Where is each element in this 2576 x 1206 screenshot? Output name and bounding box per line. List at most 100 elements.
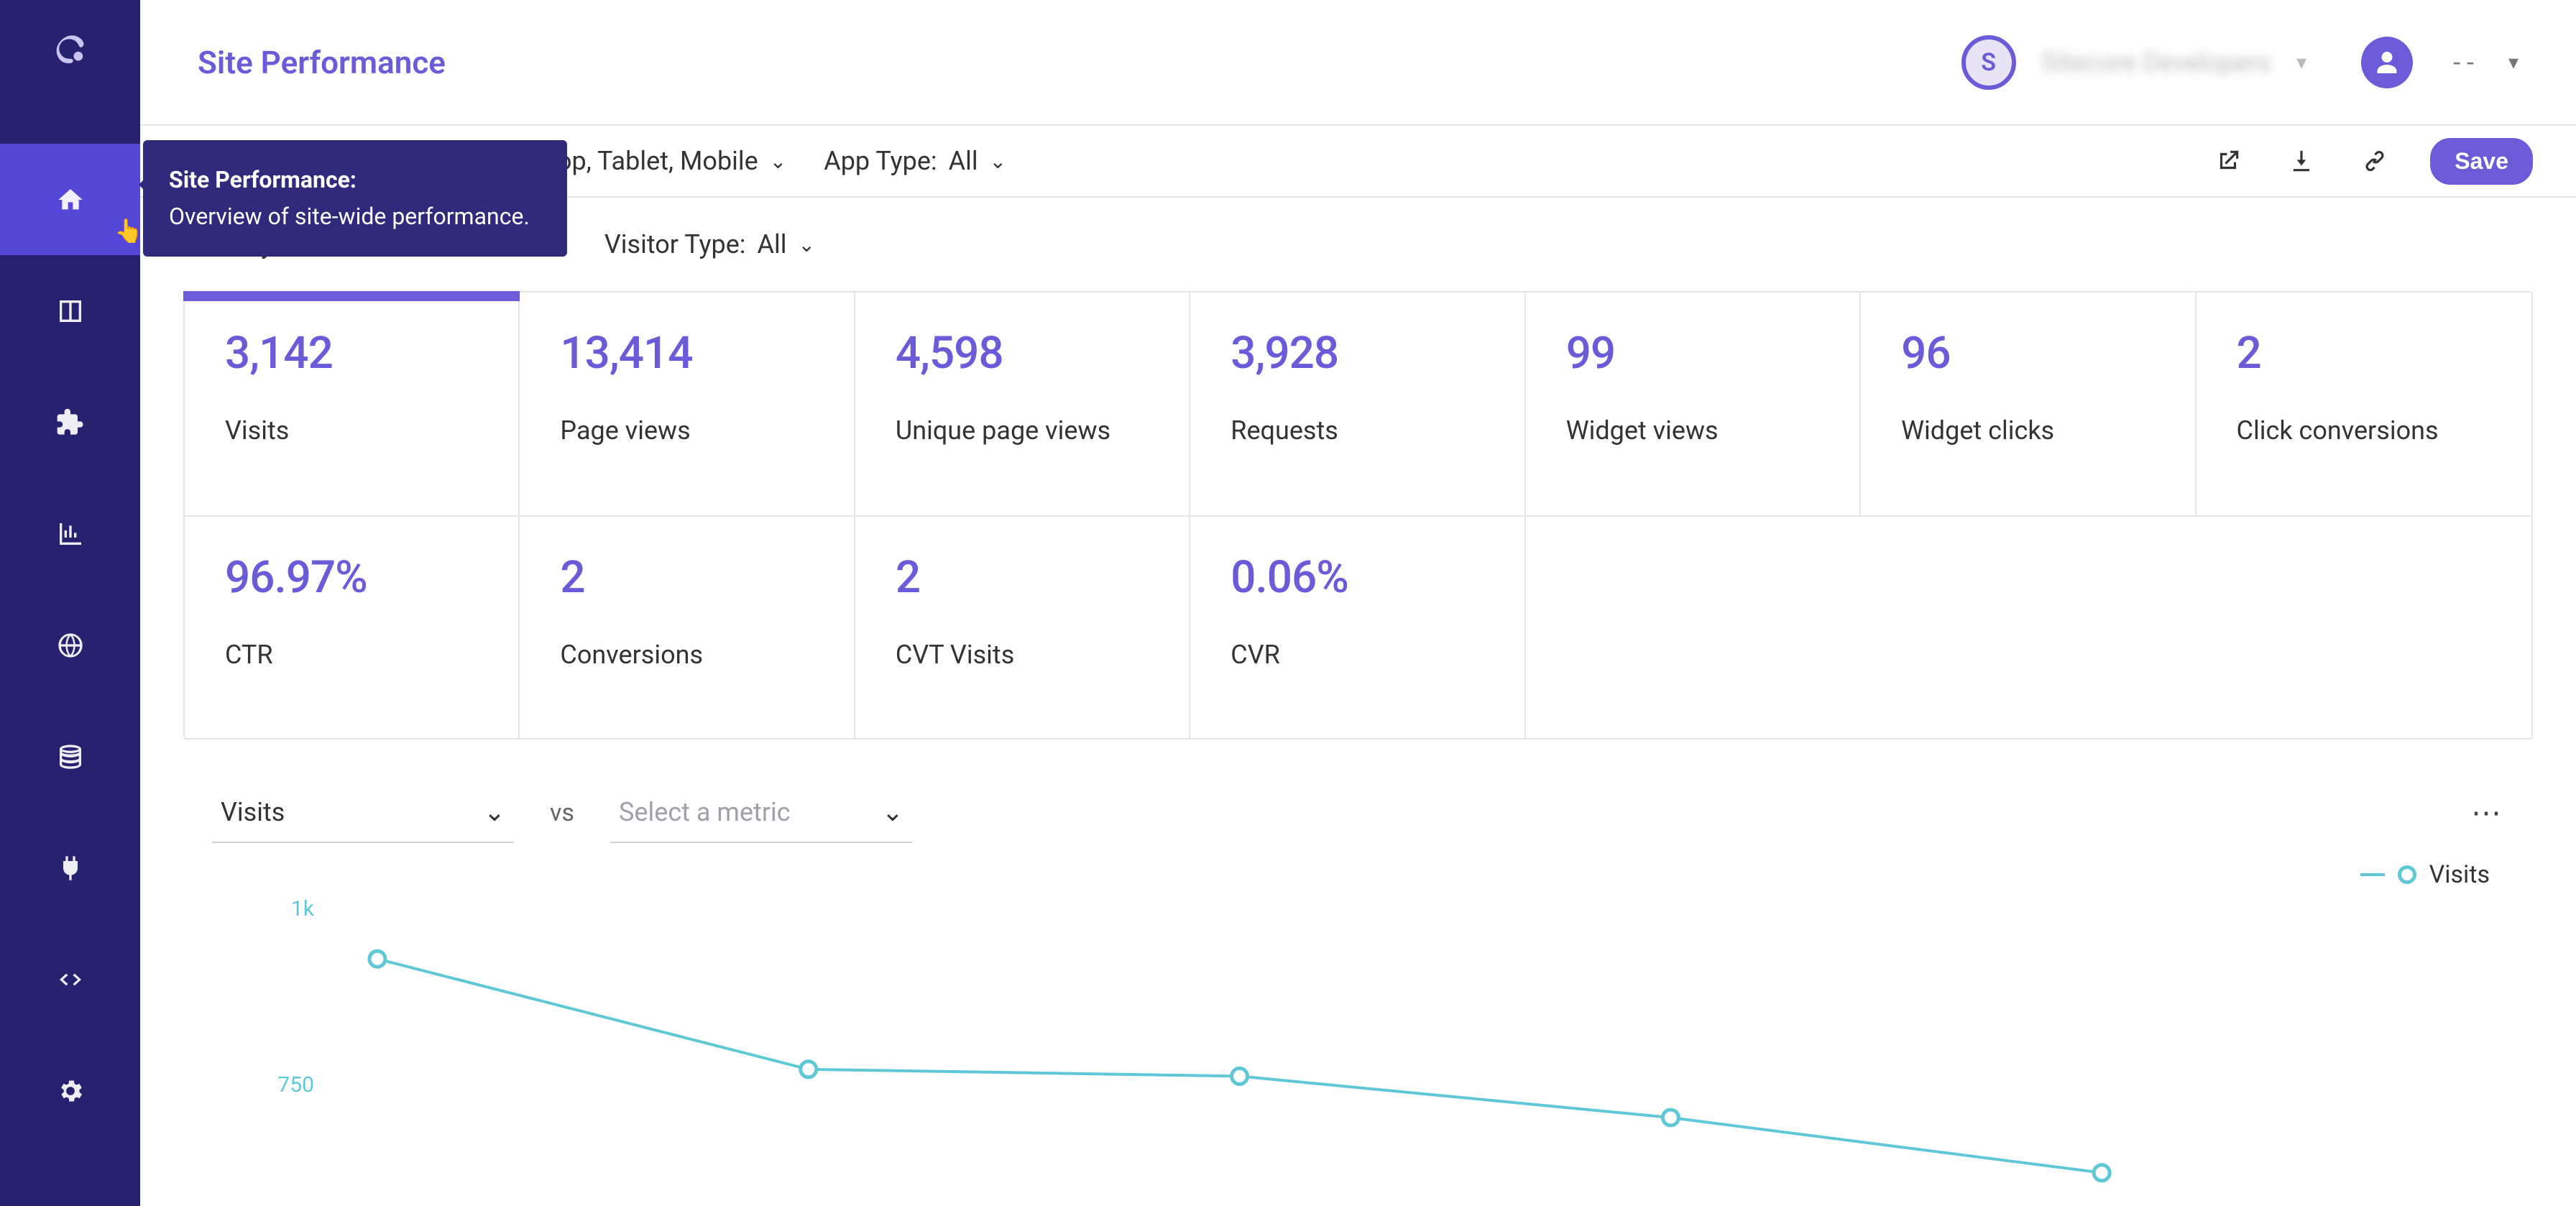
legend-marker-icon [2398, 865, 2416, 884]
tooltip-site-performance: Site Performance: Overview of site-wide … [143, 140, 567, 257]
nav-home[interactable]: 👆 [0, 144, 140, 255]
chart-legend: Visits [198, 843, 2518, 889]
secondary-metric-placeholder: Select a metric [619, 797, 791, 827]
nav-layout[interactable] [0, 255, 140, 367]
y-tick: 750 [255, 1072, 314, 1097]
nav-geo[interactable] [0, 589, 140, 701]
metric-card[interactable]: 13,414Page views [520, 293, 855, 515]
brand-logo[interactable] [49, 29, 92, 72]
filter-visitor-type-label: Visitor Type: [604, 229, 746, 259]
sidebar: 👆 [0, 0, 140, 1206]
metric-value: 3,928 [1230, 327, 1484, 379]
metric-card [2196, 515, 2531, 738]
nav-extensions[interactable] [0, 367, 140, 478]
metric-card[interactable]: 96.97% CTR [185, 515, 520, 738]
y-tick: 1k [255, 896, 314, 921]
metric-card[interactable]: 2 Click conversions [2196, 293, 2531, 515]
header-right: S Sitecore Developers ▾ - - ▾ [1961, 35, 2518, 90]
secondary-metric-select[interactable]: Select a metric ⌄ [610, 783, 912, 843]
database-icon [56, 742, 85, 771]
code-icon [56, 965, 85, 994]
primary-metric-value: Visits [221, 797, 285, 827]
brand-logo-icon [50, 29, 91, 71]
metric-card[interactable]: 3,928Requests [1190, 293, 1525, 515]
chevron-down-icon: ⌄ [990, 149, 1006, 173]
page-header: Site Performance S Sitecore Developers ▾… [140, 0, 2576, 126]
puzzle-icon [56, 408, 85, 437]
metric-card[interactable]: 2 CVT Visits [855, 515, 1190, 738]
primary-metric-select[interactable]: Visits ⌄ [212, 783, 514, 843]
metric-label: Unique page views [896, 415, 1149, 446]
metric-card[interactable]: 99 Widget views [1526, 293, 1861, 515]
metric-label: Widget clicks [1901, 415, 2154, 446]
line-chart-svg [334, 896, 2490, 1097]
filter-app-type-value: All [949, 146, 978, 176]
link-button[interactable] [2357, 143, 2393, 179]
page-title: Site Performance [198, 44, 446, 81]
chevron-down-icon: ⌄ [484, 797, 505, 827]
metric-label: Click conversions [2237, 415, 2491, 446]
nav-analytics[interactable] [0, 478, 140, 589]
metric-card[interactable]: 96 Widget clicks [1861, 293, 2196, 515]
org-name[interactable]: Sitecore Developers [2042, 47, 2271, 78]
chart-area: 1k 750 [255, 896, 2518, 1097]
content-area: 3,142 Visits 13,414Page views4,598Unique p… [140, 291, 2576, 1097]
chart-section: Visits ⌄ vs Select a metric ⌄ ⋯ Visits [183, 783, 2533, 1097]
chevron-down-icon: ⌄ [882, 797, 903, 827]
chart-y-axis: 1k 750 [255, 896, 327, 1097]
nav-settings[interactable] [0, 1035, 140, 1146]
filter-app-type[interactable]: App Type: All ⌄ [824, 146, 1006, 176]
chevron-down-icon[interactable]: ▾ [2296, 50, 2306, 74]
metric-value: 96.97% [225, 551, 478, 604]
chevron-down-icon[interactable]: ▾ [2508, 50, 2518, 74]
metric-label: Conversions [560, 640, 813, 670]
metric-card[interactable]: 4,598Unique page views [855, 293, 1190, 515]
metric-value: 96 [1901, 327, 2154, 379]
filter-device[interactable]: op, Tablet, Mobile ⌄ [557, 146, 786, 176]
nav-data[interactable] [0, 701, 140, 812]
user-avatar[interactable] [2361, 37, 2413, 88]
metric-value: 0.06% [1230, 551, 1484, 604]
legend-line-icon [2360, 873, 2385, 876]
metric-value: 2 [560, 551, 813, 604]
plug-icon [56, 854, 85, 883]
metric-card[interactable]: 2 Conversions [520, 515, 855, 738]
metric-card[interactable]: 0.06% CVR [1190, 515, 1525, 738]
metric-label: Widget views [1566, 415, 1819, 446]
user-icon [2374, 50, 2400, 75]
metric-card [1861, 515, 2196, 738]
main-content: Site Performance S Sitecore Developers ▾… [140, 0, 2576, 1206]
home-icon [56, 185, 85, 214]
metric-card[interactable]: 3,142 Visits [185, 293, 520, 515]
layout-icon [56, 297, 85, 326]
cursor-pointer-icon: 👆 [114, 217, 143, 244]
chart-icon [56, 520, 85, 548]
nav-plugins[interactable] [0, 812, 140, 924]
globe-icon [56, 631, 85, 660]
share-button[interactable] [2210, 143, 2246, 179]
chart-menu-button[interactable]: ⋯ [2471, 795, 2504, 831]
metric-label: CVT Visits [896, 640, 1149, 670]
chevron-down-icon: ⌄ [770, 149, 786, 173]
legend-label: Visits [2429, 860, 2490, 889]
tooltip-title: Site Performance: [169, 166, 356, 193]
filter-app-type-label: App Type: [824, 146, 937, 176]
save-button[interactable]: Save [2430, 138, 2533, 185]
metric-value: 99 [1566, 327, 1819, 379]
metric-value: 3,142 [225, 327, 478, 379]
metrics-grid: 3,142 Visits 13,414Page views4,598Unique p… [183, 291, 2533, 740]
chevron-down-icon: ⌄ [799, 233, 815, 257]
user-label: - - [2453, 47, 2474, 78]
org-avatar[interactable]: S [1961, 35, 2016, 90]
download-button[interactable] [2283, 143, 2319, 179]
tooltip-body: Overview of site-wide performance. [169, 203, 530, 230]
metric-label: CTR [225, 640, 478, 670]
metric-value: 2 [896, 551, 1149, 604]
chart-plot[interactable] [334, 896, 2490, 1097]
metric-value: 2 [2237, 327, 2491, 379]
filter-visitor-type[interactable]: Visitor Type: All ⌄ [604, 229, 815, 259]
metric-label: CVR [1230, 640, 1484, 670]
metric-label: Visits [225, 415, 478, 446]
share-icon [2214, 147, 2242, 175]
nav-developer[interactable] [0, 924, 140, 1035]
